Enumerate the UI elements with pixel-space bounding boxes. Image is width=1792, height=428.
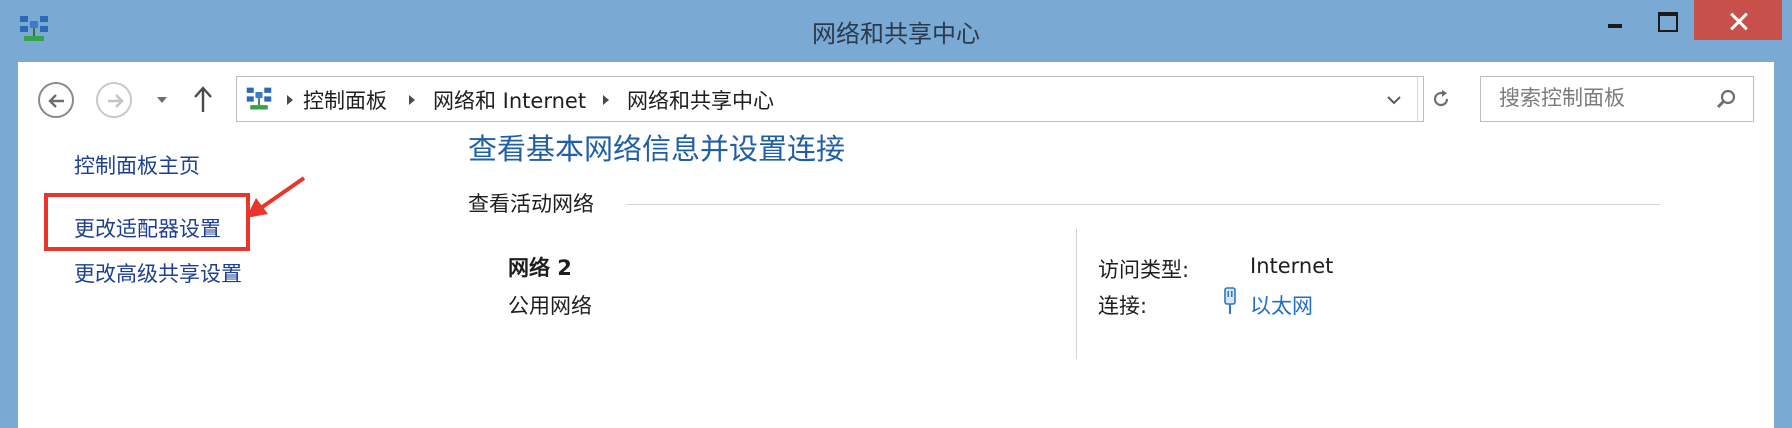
search-icon[interactable] (1715, 88, 1737, 110)
window: 网络和共享中心 控制面板 网络和 Internet 网络和共享中心 搜索控制面板… (0, 0, 1792, 428)
close-button[interactable] (1694, 0, 1782, 40)
sidebar-link-advanced-sharing-settings[interactable]: 更改高级共享设置 (74, 258, 242, 288)
sidebar-link-change-adapter-settings[interactable]: 更改适配器设置 (74, 213, 221, 243)
vertical-divider (1076, 229, 1077, 359)
maximize-button[interactable] (1642, 0, 1694, 40)
breadcrumb-network-internet[interactable]: 网络和 Internet (433, 85, 586, 115)
ethernet-icon[interactable] (1222, 286, 1238, 316)
breadcrumb-control-panel[interactable]: 控制面板 (303, 85, 387, 115)
up-arrow-icon[interactable] (190, 84, 216, 114)
search-box[interactable] (1480, 76, 1754, 122)
network-center-icon (246, 87, 272, 110)
red-arrow-annotation (246, 176, 306, 218)
navigation-bar: 控制面板 网络和 Internet 网络和共享中心 (18, 62, 1774, 140)
connection-link-ethernet[interactable]: 以太网 (1250, 290, 1313, 320)
sidebar-link-control-panel-home[interactable]: 控制面板主页 (74, 150, 200, 180)
chevron-down-icon[interactable] (154, 92, 170, 108)
network-profile-type: 公用网络 (508, 294, 592, 318)
back-arrow-icon (48, 94, 64, 108)
search-input[interactable] (1499, 86, 1699, 110)
chevron-right-icon[interactable] (601, 93, 611, 107)
section-divider (626, 204, 1660, 205)
window-content: 控制面板 网络和 Internet 网络和共享中心 搜索控制面板 控制面板主页 … (18, 62, 1774, 428)
connection-label: 连接: (1098, 294, 1148, 318)
refresh-icon (1433, 90, 1449, 107)
chevron-down-icon[interactable] (1385, 92, 1403, 108)
page-title: 查看基本网络信息并设置连接 (468, 132, 846, 166)
section-heading-active-networks: 查看活动网络 (468, 192, 594, 216)
window-title: 网络和共享中心 (812, 20, 980, 48)
chevron-right-icon[interactable] (285, 93, 295, 107)
breadcrumb-network-sharing-center[interactable]: 网络和共享中心 (627, 85, 774, 115)
back-button[interactable] (38, 82, 74, 118)
title-bar[interactable]: 网络和共享中心 (0, 0, 1792, 62)
minimize-button[interactable] (1590, 0, 1642, 40)
forward-button[interactable] (96, 82, 132, 118)
refresh-button[interactable] (1417, 77, 1461, 121)
chevron-right-icon[interactable] (407, 93, 417, 107)
address-bar[interactable]: 控制面板 网络和 Internet 网络和共享中心 (236, 76, 1449, 122)
access-type-label: 访问类型: (1098, 258, 1190, 282)
forward-arrow-icon (108, 94, 124, 108)
access-type-value: Internet (1250, 254, 1334, 278)
network-name: 网络 2 (508, 256, 572, 280)
